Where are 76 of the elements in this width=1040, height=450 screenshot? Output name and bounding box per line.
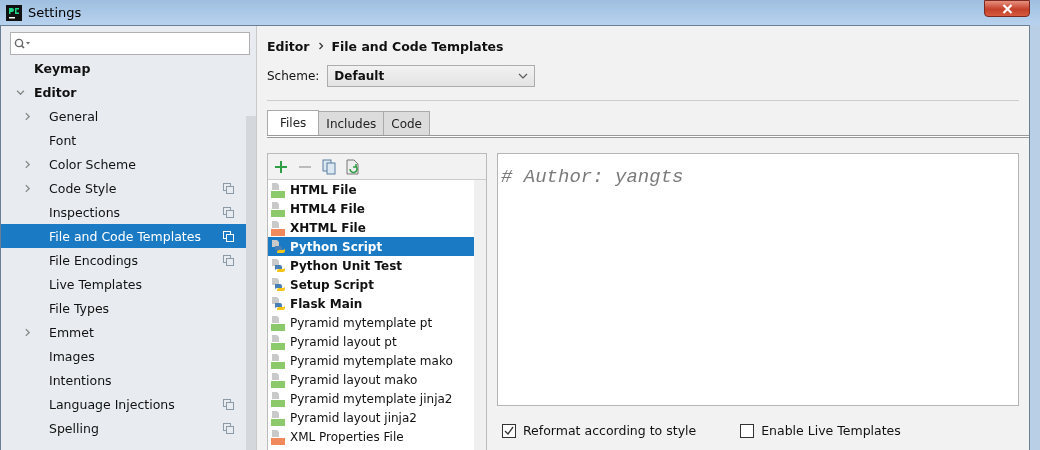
tree-item[interactable]: Color Scheme: [1, 152, 246, 176]
tree-item[interactable]: Keymap: [34, 60, 91, 76]
python-file-icon: [270, 295, 286, 312]
tree-item[interactable]: File Encodings: [1, 248, 246, 272]
tree-item[interactable]: Language Injections: [1, 392, 246, 416]
template-item[interactable]: XHTML File: [268, 218, 474, 237]
tree-item[interactable]: Intentions: [1, 368, 246, 392]
tab[interactable]: Files: [267, 110, 320, 135]
chevron-icon[interactable]: [23, 111, 32, 121]
template-item[interactable]: Pyramid mytemplate jinja2: [268, 389, 474, 408]
scheme-label: Scheme:: [267, 69, 320, 83]
breadcrumb-item: Editor: [267, 38, 310, 54]
copy-icon[interactable]: [322, 158, 336, 175]
checkbox[interactable]: [740, 423, 755, 438]
template-item[interactable]: Setup Script: [268, 275, 474, 294]
scrollbar[interactable]: [246, 116, 256, 450]
tree-item[interactable]: Live Templates: [1, 272, 246, 296]
file-icon: [270, 219, 286, 236]
tree-item[interactable]: Emmet: [1, 320, 246, 344]
file-icon: [270, 371, 286, 388]
checkbox[interactable]: [502, 423, 516, 438]
tree-item[interactable]: File Types: [1, 296, 246, 320]
tree-item[interactable]: Images: [1, 344, 246, 368]
reset-icon[interactable]: [346, 158, 360, 175]
template-item[interactable]: Flask Main: [268, 294, 474, 313]
python-file-icon: [270, 238, 286, 255]
file-icon: [270, 314, 286, 331]
template-item[interactable]: Pyramid mytemplate pt: [268, 313, 474, 332]
tab[interactable]: Includes: [318, 111, 385, 135]
tree-item[interactable]: Code Style: [1, 176, 246, 200]
file-icon: [270, 428, 286, 445]
template-item[interactable]: HTML4 File: [268, 199, 474, 218]
chevron-icon[interactable]: [23, 159, 32, 169]
file-icon: [270, 181, 286, 198]
template-item[interactable]: HTML File: [268, 180, 474, 199]
tree-item[interactable]: File and Code Templates: [1, 224, 246, 248]
tree-item[interactable]: Font: [1, 128, 246, 152]
tree-item[interactable]: General: [1, 104, 246, 128]
search-field[interactable]: [10, 32, 250, 55]
checkbox-option[interactable]: Reformat according to style: [502, 423, 697, 438]
template-item[interactable]: Pyramid layout pt: [268, 332, 474, 351]
close-icon: [1001, 3, 1013, 14]
add-icon[interactable]: [274, 159, 288, 174]
scheme-dropdown[interactable]: Default: [327, 65, 536, 87]
close-button[interactable]: [984, 0, 1030, 17]
template-item[interactable]: Pyramid mytemplate mako: [268, 351, 474, 370]
file-icon: [270, 409, 286, 426]
check-icon: [504, 425, 514, 436]
code-editor[interactable]: # Author: yangts: [497, 153, 1019, 406]
tab[interactable]: Code: [383, 111, 430, 135]
tree-item[interactable]: Editor: [34, 84, 77, 100]
template-item[interactable]: Pyramid layout mako: [268, 370, 474, 389]
file-icon: [270, 200, 286, 217]
template-item[interactable]: Pyramid layout jinja2: [268, 408, 474, 427]
chevron-icon[interactable]: [16, 87, 25, 97]
python-file-icon: [270, 257, 286, 274]
chevron-icon[interactable]: [23, 183, 32, 193]
template-item[interactable]: XML Properties File: [268, 427, 474, 446]
window-title: Settings: [28, 5, 82, 20]
caret-icon: [518, 73, 529, 79]
scrollbar[interactable]: [474, 180, 486, 450]
app-icon: [6, 4, 22, 21]
chevron-icon[interactable]: [23, 327, 32, 337]
code-line: # Author: yangts: [501, 166, 684, 188]
file-icon: [270, 390, 286, 407]
template-item[interactable]: Python Unit Test: [268, 256, 474, 275]
python-file-icon: [270, 276, 286, 293]
file-icon: [270, 333, 286, 350]
checkbox-option[interactable]: Enable Live Templates: [740, 423, 901, 438]
tree-item[interactable]: Inspections: [1, 200, 246, 224]
breadcrumb-item: File and Code Templates: [331, 38, 504, 54]
template-item[interactable]: Python Script: [268, 237, 474, 256]
search-icon: [14, 37, 30, 50]
chevron-icon: [317, 42, 324, 50]
file-icon: [270, 352, 286, 369]
tree-item[interactable]: Spelling: [1, 416, 246, 440]
